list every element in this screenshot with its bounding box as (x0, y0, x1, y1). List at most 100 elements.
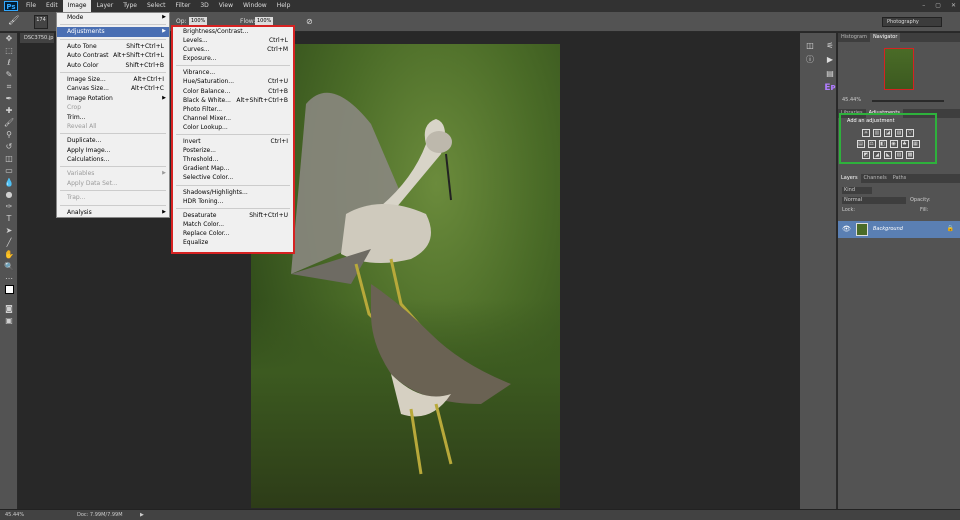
layer-row-background[interactable]: 👁 Background 🔒 (838, 221, 960, 238)
menu-view[interactable]: View (214, 0, 238, 12)
menu-item-levels[interactable]: Levels... Ctrl+L (173, 36, 293, 45)
marquee-tool-icon[interactable]: ⬚ (0, 45, 18, 57)
menu-item-equalize[interactable]: Equalize (173, 238, 293, 247)
healing-tool-icon[interactable]: ✚ (0, 105, 18, 117)
menu-item-shadows-highlights[interactable]: Shadows/Highlights... (173, 188, 293, 197)
menu-help[interactable]: Help (272, 0, 296, 12)
adjustment-icon[interactable]: ▽ (906, 129, 914, 137)
document-tab[interactable]: DSC3750.jp (20, 33, 54, 43)
eraser-tool-icon[interactable]: ◫ (0, 153, 18, 165)
menu-window[interactable]: Window (238, 0, 272, 12)
gradient-tool-icon[interactable]: ▭ (0, 165, 18, 177)
brush-presets-icon[interactable]: ⚟ (820, 39, 840, 53)
menu-item-image-size[interactable]: Image Size... Alt+Ctrl+I (57, 75, 169, 84)
adjustment-icon[interactable]: ◣ (884, 151, 892, 159)
history-panel-icon[interactable]: ▤ (820, 67, 840, 81)
menu-item-black-white[interactable]: Black & White... Alt+Shift+Ctrl+B (173, 96, 293, 105)
menu-file[interactable]: File (21, 0, 41, 12)
tab-layers[interactable]: Layers (838, 174, 861, 183)
blur-tool-icon[interactable]: 💧 (0, 177, 18, 189)
screen-mode-icon[interactable]: ▣ (0, 315, 18, 327)
menu-image[interactable]: Image (62, 0, 92, 12)
quick-select-tool-icon[interactable]: ✎ (0, 69, 18, 81)
menu-item-apply-image[interactable]: Apply Image... (57, 146, 169, 155)
tab-navigator[interactable]: Navigator (869, 33, 901, 42)
path-select-tool-icon[interactable]: ➤ (0, 225, 18, 237)
menu-layer[interactable]: Layer (91, 0, 118, 12)
adjustment-icon[interactable]: ◧ (878, 140, 887, 148)
brush-tool-icon[interactable]: 🖌 (8, 16, 20, 28)
type-tool-icon[interactable]: T (0, 213, 18, 225)
adjustment-icon[interactable]: ▥ (873, 129, 881, 137)
adjustment-icon[interactable]: ▨ (895, 129, 903, 137)
menu-item-match-color[interactable]: Match Color... (173, 220, 293, 229)
crop-tool-icon[interactable]: ⌗ (0, 81, 18, 93)
brush-tool-icon[interactable]: 🖌 (0, 117, 18, 129)
adjustment-icon[interactable]: ◉ (889, 140, 898, 148)
lasso-tool-icon[interactable]: ℓ (0, 57, 18, 69)
menu-item-replace-color[interactable]: Replace Color... (173, 229, 293, 238)
adjustment-icon[interactable]: ◩ (862, 151, 870, 159)
info-icon[interactable]: ⓘ (800, 53, 820, 67)
hand-tool-icon[interactable]: ✋ (0, 249, 18, 261)
menu-item-exposure[interactable]: Exposure... (173, 54, 293, 63)
quick-mask-icon[interactable]: ◙ (0, 303, 18, 315)
menu-item-mode[interactable]: Mode ▶ (57, 13, 169, 22)
clone-stamp-tool-icon[interactable]: ⚲ (0, 129, 18, 141)
menu-item-adjustments[interactable]: Adjustments ▶ (57, 27, 169, 37)
menu-item-color-lookup[interactable]: Color Lookup... (173, 123, 293, 132)
menu-item-canvas-size[interactable]: Canvas Size... Alt+Ctrl+C (57, 84, 169, 93)
menu-item-color-balance[interactable]: Color Balance... Ctrl+B (173, 87, 293, 96)
menu-item-auto-color[interactable]: Auto Color Shift+Ctrl+B (57, 61, 169, 70)
pressure-icon[interactable]: ⊘ (306, 17, 313, 26)
menu-item-hdr-toning[interactable]: HDR Toning... (173, 197, 293, 206)
zoom-tool-icon[interactable]: 🔍 (0, 261, 18, 273)
close-icon[interactable]: ✕ (951, 0, 956, 12)
extra-tools-icon[interactable]: ⋯ (0, 273, 18, 285)
zoom-readout[interactable]: 45.44% (5, 510, 24, 520)
menu-item-trim[interactable]: Trim... (57, 113, 169, 122)
adjustment-icon[interactable]: ▤ (856, 140, 865, 148)
menu-item-auto-tone[interactable]: Auto Tone Shift+Ctrl+L (57, 42, 169, 51)
history-brush-tool-icon[interactable]: ↺ (0, 141, 18, 153)
adjustment-icon[interactable]: ☀ (862, 129, 870, 137)
play-actions-icon[interactable]: ▶ (820, 53, 840, 67)
menu-item-image-rotation[interactable]: Image Rotation ▶ (57, 94, 169, 103)
menu-item-duplicate[interactable]: Duplicate... (57, 136, 169, 145)
adjustment-icon[interactable]: ◪ (884, 129, 892, 137)
minimize-icon[interactable]: – (922, 0, 925, 12)
menu-item-curves[interactable]: Curves... Ctrl+M (173, 45, 293, 54)
menu-select[interactable]: Select (142, 0, 171, 12)
menu-item-threshold[interactable]: Threshold... (173, 155, 293, 164)
adjustment-icon[interactable]: ⚖ (867, 140, 876, 148)
tab-paths[interactable]: Paths (890, 174, 910, 183)
navigator-zoom-value[interactable]: 45.44% (842, 96, 861, 105)
menu-item-gradient-map[interactable]: Gradient Map... (173, 164, 293, 173)
adjustment-icon[interactable]: ♣ (900, 140, 909, 148)
adjustment-icon[interactable]: ◢ (873, 151, 881, 159)
tab-histogram[interactable]: Histogram (838, 33, 870, 42)
visibility-eye-icon[interactable]: 👁 (842, 225, 851, 233)
menu-item-vibrance[interactable]: Vibrance... (173, 68, 293, 77)
menu-type[interactable]: Type (118, 0, 142, 12)
blend-mode-select[interactable]: Normal (842, 197, 906, 204)
line-tool-icon[interactable]: ╱ (0, 237, 18, 249)
menu-item-posterize[interactable]: Posterize... (173, 146, 293, 155)
menu-item-photo-filter[interactable]: Photo Filter... (173, 105, 293, 114)
brush-size-picker[interactable]: 174 (34, 15, 48, 29)
menu-item-calculations[interactable]: Calculations... (57, 155, 169, 164)
menu-3d[interactable]: 3D (195, 0, 213, 12)
pen-tool-icon[interactable]: ✑ (0, 201, 18, 213)
color-swatches-icon[interactable] (0, 285, 18, 303)
menu-item-selective-color[interactable]: Selective Color... (173, 173, 293, 182)
status-menu-arrow-icon[interactable]: ▶ (140, 510, 144, 520)
menu-item-analysis[interactable]: Analysis ▶ (57, 208, 169, 217)
layer-kind-filter[interactable]: Kind (842, 187, 872, 194)
dodge-tool-icon[interactable]: ● (0, 189, 18, 201)
menu-item-brightness-contrast[interactable]: Brightness/Contrast... (173, 27, 293, 36)
navigator-zoom-slider[interactable] (872, 100, 944, 102)
workspace-switcher[interactable]: Photography (882, 17, 942, 27)
maximize-icon[interactable]: ▢ (935, 0, 941, 12)
menu-item-channel-mixer[interactable]: Channel Mixer... (173, 114, 293, 123)
adjustment-icon[interactable]: ▦ (911, 140, 920, 148)
